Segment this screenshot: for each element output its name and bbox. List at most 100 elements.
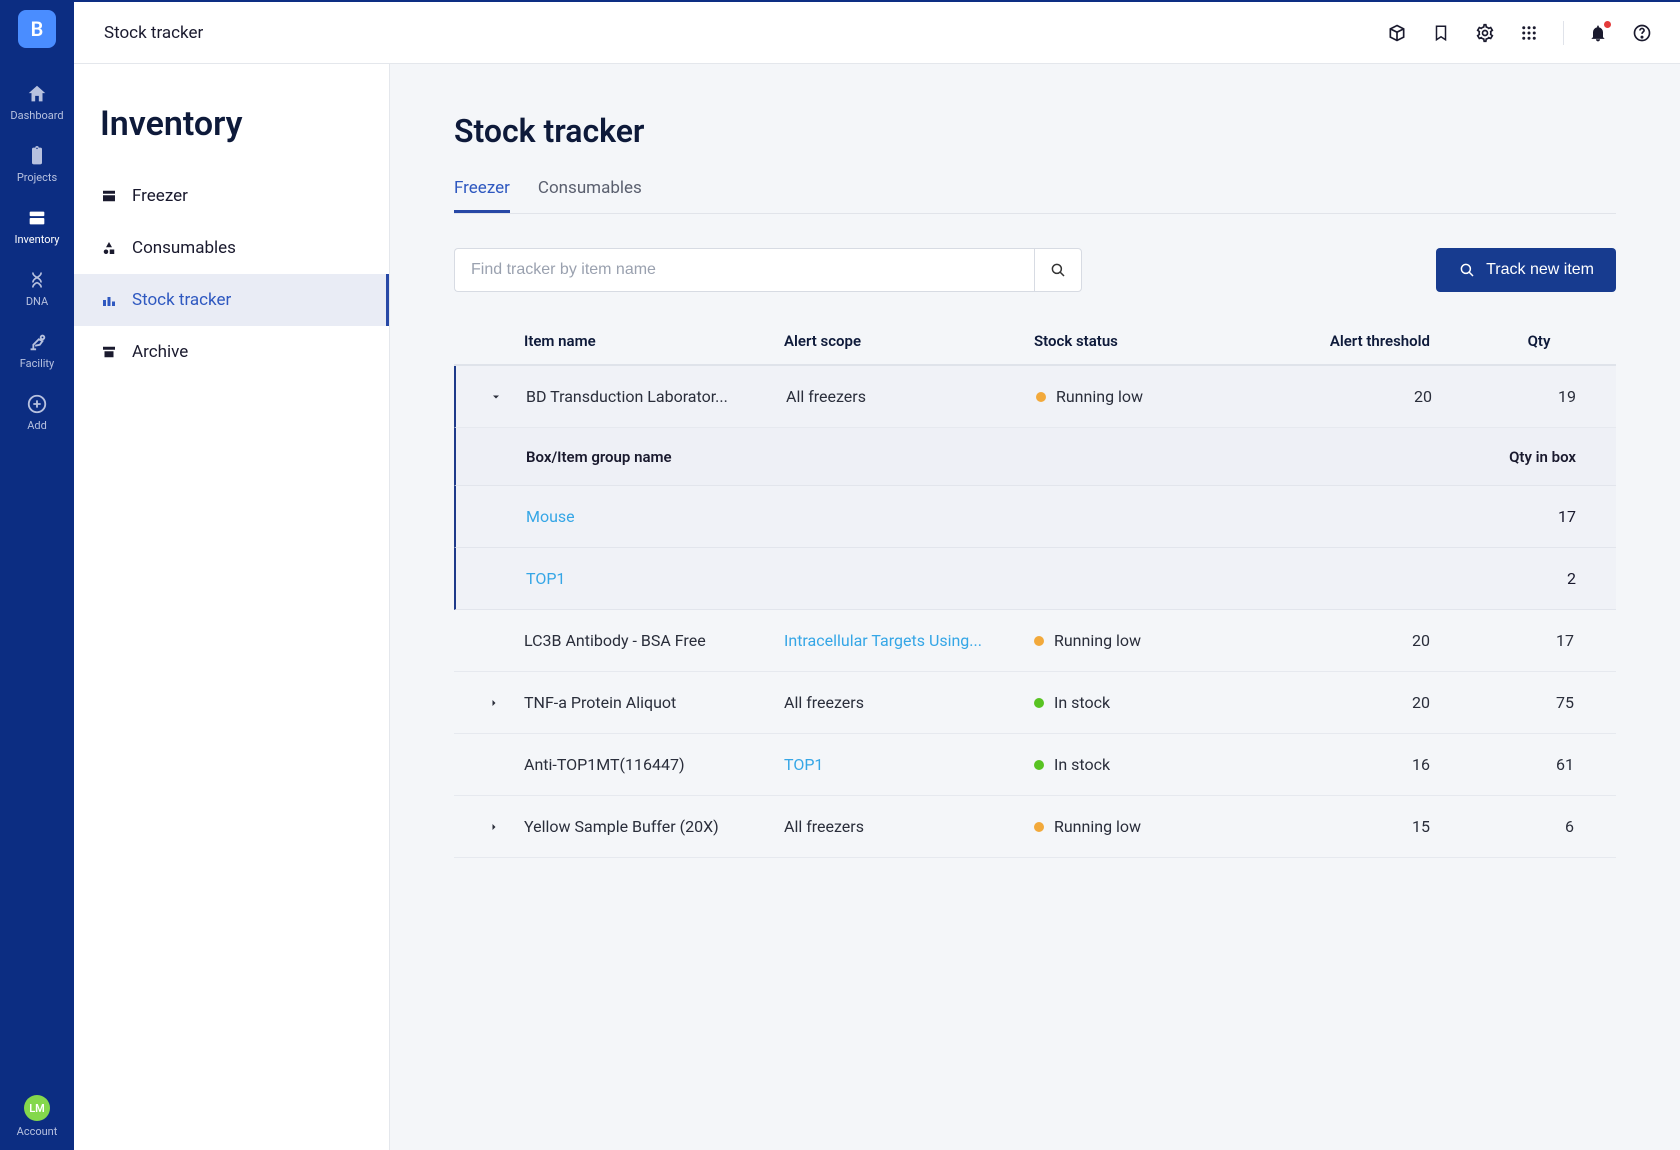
table-row[interactable]: BD Transduction Laborator...All freezers… bbox=[454, 366, 1616, 428]
storage-icon bbox=[100, 187, 118, 205]
rail-item-add[interactable]: Add bbox=[0, 382, 74, 444]
brand-logo[interactable]: B bbox=[18, 10, 56, 48]
tab-label: Consumables bbox=[538, 178, 642, 198]
status-label: Running low bbox=[1054, 817, 1141, 836]
shapes-icon bbox=[100, 239, 118, 257]
rail-item-dna[interactable]: DNA bbox=[0, 258, 74, 320]
rail-item-dashboard[interactable]: Dashboard bbox=[0, 72, 74, 134]
cell-item-name: Yellow Sample Buffer (20X) bbox=[524, 817, 784, 836]
expand-icon[interactable] bbox=[464, 821, 524, 833]
toolbar: Track new item bbox=[454, 248, 1616, 292]
cell-alert-scope: All freezers bbox=[784, 693, 1034, 712]
cell-threshold: 16 bbox=[1254, 755, 1454, 774]
tab-freezer[interactable]: Freezer bbox=[454, 178, 510, 213]
search-button[interactable] bbox=[1034, 248, 1082, 292]
sub-row[interactable]: Mouse17 bbox=[454, 486, 1616, 548]
col-stock-status: Stock status bbox=[1034, 332, 1254, 350]
table-row[interactable]: Yellow Sample Buffer (20X)All freezers Ru… bbox=[454, 796, 1616, 858]
search-input[interactable] bbox=[454, 248, 1034, 292]
rail-item-inventory[interactable]: Inventory bbox=[0, 196, 74, 258]
cell-threshold: 20 bbox=[1254, 693, 1454, 712]
sub-col-box-name: Box/Item group name bbox=[526, 448, 786, 466]
rail-label: Facility bbox=[20, 357, 54, 370]
rail-label: Inventory bbox=[14, 233, 59, 246]
col-item-name: Item name bbox=[524, 332, 784, 350]
table-row[interactable]: Anti-TOP1MT(116447)TOP1In stock1661 bbox=[454, 734, 1616, 796]
clipboard-icon bbox=[25, 144, 49, 168]
subnav-item-archive[interactable]: Archive bbox=[74, 326, 389, 378]
status-label: Running low bbox=[1056, 387, 1143, 406]
table-row[interactable]: TNF-a Protein AliquotAll freezersIn stoc… bbox=[454, 672, 1616, 734]
box-icon[interactable] bbox=[1387, 23, 1407, 43]
cell-stock-status: Running low bbox=[1036, 387, 1256, 406]
sub-nav: Inventory Freezer Consumables Stock trac… bbox=[74, 64, 390, 1150]
brand-letter: B bbox=[31, 17, 44, 41]
rail-label: Add bbox=[27, 419, 47, 432]
topbar-divider bbox=[1563, 21, 1564, 45]
archive-icon bbox=[100, 343, 118, 361]
cell-qty: 19 bbox=[1456, 387, 1626, 406]
tab-consumables[interactable]: Consumables bbox=[538, 178, 642, 213]
sub-row-name[interactable]: TOP1 bbox=[526, 569, 786, 588]
rail-item-projects[interactable]: Projects bbox=[0, 134, 74, 196]
sub-row-name[interactable]: Mouse bbox=[526, 507, 786, 526]
sub-row[interactable]: TOP12 bbox=[454, 548, 1616, 610]
track-new-item-button[interactable]: Track new item bbox=[1436, 248, 1616, 292]
subnav-label: Consumables bbox=[132, 238, 236, 258]
subnav-label: Archive bbox=[132, 342, 188, 362]
cell-item-name: Anti-TOP1MT(116447) bbox=[524, 755, 784, 774]
breadcrumb-title: Stock tracker bbox=[104, 23, 203, 43]
page-title: Stock tracker bbox=[454, 112, 1616, 150]
subnav-label: Freezer bbox=[132, 186, 188, 206]
collapse-icon[interactable] bbox=[466, 391, 526, 403]
rail-item-facility[interactable]: Facility bbox=[0, 320, 74, 382]
cell-alert-scope[interactable]: Intracellular Targets Using... bbox=[784, 631, 1034, 650]
rail-item-account[interactable]: LM Account bbox=[0, 1085, 74, 1150]
help-icon[interactable] bbox=[1632, 23, 1652, 43]
subnav-item-freezer[interactable]: Freezer bbox=[74, 170, 389, 222]
bell-icon[interactable] bbox=[1588, 23, 1608, 43]
subnav-item-stock-tracker[interactable]: Stock tracker bbox=[74, 274, 389, 326]
rail-label: DNA bbox=[26, 295, 48, 308]
cell-qty: 75 bbox=[1454, 693, 1624, 712]
apps-grid-icon[interactable] bbox=[1519, 23, 1539, 43]
search-group bbox=[454, 248, 1082, 292]
cell-stock-status: In stock bbox=[1034, 755, 1254, 774]
search-icon bbox=[1049, 261, 1067, 279]
cell-stock-status: In stock bbox=[1034, 693, 1254, 712]
sub-header: Box/Item group nameQty in box bbox=[454, 428, 1616, 486]
gear-icon[interactable] bbox=[1475, 23, 1495, 43]
topbar-actions bbox=[1387, 21, 1652, 45]
home-icon bbox=[25, 82, 49, 106]
button-label: Track new item bbox=[1486, 261, 1594, 279]
cell-stock-status: Running low bbox=[1034, 631, 1254, 650]
app-rail: B Dashboard Projects Inventory DNA Facil… bbox=[0, 0, 74, 1150]
cell-threshold: 20 bbox=[1254, 631, 1454, 650]
sub-col-qty: Qty in box bbox=[1456, 448, 1626, 466]
status-label: Running low bbox=[1054, 631, 1141, 650]
cell-threshold: 20 bbox=[1256, 387, 1456, 406]
avatar-initials: LM bbox=[29, 1102, 45, 1115]
col-qty: Qty bbox=[1454, 332, 1624, 350]
subnav-item-consumables[interactable]: Consumables bbox=[74, 222, 389, 274]
rail-label: Account bbox=[17, 1125, 58, 1138]
cell-stock-status: Running low bbox=[1034, 817, 1254, 836]
tab-label: Freezer bbox=[454, 178, 510, 198]
bar-chart-icon bbox=[100, 291, 118, 309]
cell-item-name: TNF-a Protein Aliquot bbox=[524, 693, 784, 712]
expand-icon[interactable] bbox=[464, 697, 524, 709]
inventory-icon bbox=[25, 206, 49, 230]
cell-qty: 6 bbox=[1454, 817, 1624, 836]
stock-table: Item name Alert scope Stock status Alert… bbox=[454, 318, 1616, 858]
table-header: Item name Alert scope Stock status Alert… bbox=[454, 318, 1616, 366]
sub-nav-title: Inventory bbox=[74, 104, 389, 170]
cell-threshold: 15 bbox=[1254, 817, 1454, 836]
avatar: LM bbox=[24, 1095, 50, 1121]
tabs: Freezer Consumables bbox=[454, 178, 1616, 214]
bookmark-icon[interactable] bbox=[1431, 23, 1451, 43]
cell-alert-scope[interactable]: TOP1 bbox=[784, 755, 1034, 774]
col-alert-scope: Alert scope bbox=[784, 332, 1034, 350]
cell-alert-scope: All freezers bbox=[784, 817, 1034, 836]
sub-row-qty: 2 bbox=[1456, 569, 1626, 588]
table-row[interactable]: LC3B Antibody - BSA FreeIntracellular Ta… bbox=[454, 610, 1616, 672]
